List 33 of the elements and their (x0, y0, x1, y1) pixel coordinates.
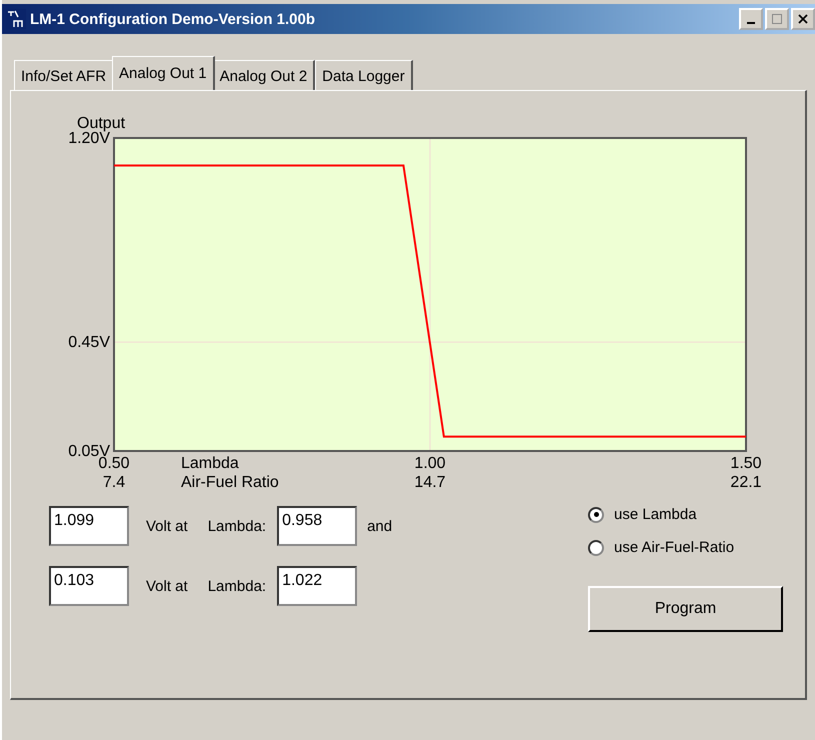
app-icon (6, 9, 26, 29)
y-tick-label: 1.20V (68, 130, 110, 147)
lambda-field[interactable]: 0.958 (277, 506, 358, 546)
radio-option[interactable]: use Air-Fuel-Ratio (588, 539, 734, 556)
close-icon (798, 14, 808, 24)
field-label: and (367, 518, 392, 534)
window-title: LM-1 Configuration Demo-Version 1.00b (30, 10, 316, 28)
maximize-icon (771, 13, 783, 25)
x-tick-label: 22.1 (730, 474, 762, 491)
x-tick-label: 1.50 (730, 455, 762, 472)
tab[interactable]: Data Logger (315, 60, 413, 90)
minimize-icon (747, 22, 755, 24)
x-tick-label: 1.00 (414, 455, 446, 472)
axis-title: Output (77, 115, 126, 132)
minimize-button[interactable] (739, 8, 763, 30)
program-button[interactable]: Program (588, 586, 783, 632)
y-tick-label: 0.45V (68, 334, 110, 352)
field-label: Lambda: (208, 518, 266, 534)
field-label: Volt at (146, 578, 188, 594)
tab[interactable]: Analog Out 2 (212, 60, 316, 90)
field-label: Volt at (146, 518, 188, 534)
tab[interactable]: Analog Out 1 (112, 56, 215, 90)
volt-field[interactable]: 0.103 (49, 566, 129, 606)
tab[interactable]: Info/Set AFR (14, 60, 114, 90)
volt-field[interactable]: 1.099 (49, 506, 129, 546)
axis-title: Air-Fuel Ratio (181, 474, 279, 491)
lambda-field[interactable]: 1.022 (277, 566, 358, 606)
close-button[interactable] (791, 8, 815, 30)
radio-option[interactable]: use Lambda (588, 506, 734, 523)
x-tick-label: 14.7 (414, 474, 446, 491)
x-tick-label: 7.4 (102, 474, 126, 491)
field-label: Lambda: (208, 578, 266, 594)
axis-title: Lambda (181, 455, 239, 472)
